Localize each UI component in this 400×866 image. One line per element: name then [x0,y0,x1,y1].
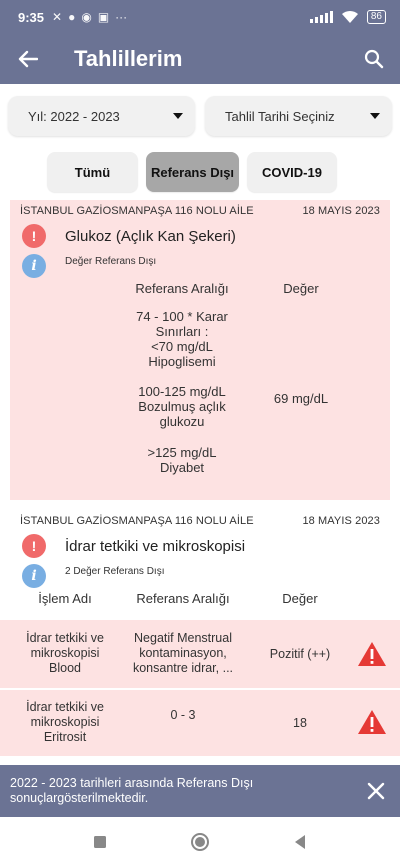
info-icon[interactable]: i [22,254,46,278]
table-row[interactable]: İdrar tetkiki ve mikroskopisi Eritrosit … [0,690,400,756]
result-date: 18 MAYIS 2023 [302,205,380,217]
circle-icon [191,832,209,851]
back-button[interactable] [0,34,56,84]
search-icon [364,49,384,69]
caret-down-icon [173,113,183,119]
signal-icon [309,11,333,23]
date-dropdown-value: Tahlil Tarihi Seçiniz [225,108,335,124]
system-nav-bar [0,817,400,866]
result-card-urine[interactable]: İSTANBUL GAZİOSMANPAŞA 116 NOLU AİLE 18 … [0,510,400,620]
result-card-glucose[interactable]: İSTANBUL GAZİOSMANPAŞA 116 NOLU AİLE 18 … [10,200,390,500]
date-dropdown[interactable]: Tahlil Tarihi Seçiniz [205,96,392,136]
institution-name: İSTANBUL GAZİOSMANPAŞA 116 NOLU AİLE [20,205,254,217]
snackbar: 2022 - 2023 tarihleri arasında Referans … [0,765,400,817]
column-header-value: Değer [282,591,318,606]
close-icon[interactable] [364,779,388,803]
arrow-left-icon [18,50,38,68]
column-header-reference: Referans Aralığı [135,281,229,296]
row-value: 18 [293,716,307,730]
tab-out-of-range[interactable]: Referans Dışı [146,152,239,192]
out-of-range-note: 2 Değer Referans Dışı [65,566,165,577]
message-icon: ● [68,10,76,24]
institution-name: İSTANBUL GAZİOSMANPAŞA 116 NOLU AİLE [20,515,254,527]
result-header: İSTANBUL GAZİOSMANPAŞA 116 NOLU AİLE 18 … [20,205,380,217]
row-test-name: İdrar tetkiki ve mikroskopisi Blood [26,631,104,675]
whatsapp-icon: ◉ [81,10,92,24]
caret-down-icon [370,113,380,119]
gallery-icon: ▣ [97,10,110,24]
out-of-range-note: Değer Referans Dışı [65,256,157,267]
result-value: 69 mg/dL [273,391,329,406]
year-dropdown-value: Yıl: 2022 - 2023 [28,108,120,124]
test-name: Glukoz (Açlık Kan Şekeri) [65,228,236,245]
reference-range-normal: 74 - 100 * Karar Sınırları : <70 mg/dL H… [136,309,228,369]
app-bar: Tahlillerim [0,34,400,84]
year-dropdown[interactable]: Yıl: 2022 - 2023 [8,96,195,136]
more-notifications-icon: ··· [115,10,128,24]
warning-triangle-icon [358,710,386,734]
info-icon[interactable]: i [22,564,46,588]
home-button[interactable] [188,830,212,854]
wifi-icon [341,10,358,23]
column-header-reference: Referans Aralığı [136,591,230,606]
notification-icon: ✕ [52,10,63,24]
reference-range-diabetes: >125 mg/dL Diyabet [147,445,217,475]
recents-button[interactable] [88,830,112,854]
tab-group: Tümü Referans Dışı COVID-19 [47,152,337,192]
result-header: İSTANBUL GAZİOSMANPAŞA 116 NOLU AİLE 18 … [20,515,380,527]
row-reference: 0 - 3 [170,708,196,722]
back-nav-button[interactable] [288,830,312,854]
test-name: İdrar tetkiki ve mikroskopisi [65,538,246,555]
warning-icon: ! [22,224,46,248]
warning-triangle-icon [358,642,386,666]
tab-covid19[interactable]: COVID-19 [247,152,337,192]
result-date: 18 MAYIS 2023 [302,515,380,527]
row-reference: Negatif Menstrual kontaminasyon, konsant… [132,631,234,675]
status-bar: 9:35 ✕ ● ◉ ▣ ··· 86 [0,0,400,34]
page-title: Tahlillerim [74,46,183,71]
tab-all[interactable]: Tümü [47,152,138,192]
snackbar-message: 2022 - 2023 tarihleri arasında Referans … [10,776,254,805]
column-header-value: Değer [283,281,319,296]
filter-bar: Yıl: 2022 - 2023 Tahlil Tarihi Seçiniz [8,96,392,136]
square-icon [94,835,106,848]
table-row[interactable]: İdrar tetkiki ve mikroskopisi Blood Nega… [0,620,400,688]
search-button[interactable] [348,34,400,84]
row-test-name: İdrar tetkiki ve mikroskopisi Eritrosit [26,700,104,744]
triangle-back-icon [295,834,305,849]
status-time: 9:35 [18,9,45,25]
battery-icon: 86 [366,10,386,24]
warning-icon: ! [22,534,46,558]
row-value: Pozitif (++) [269,647,331,661]
reference-range-impaired: 100-125 mg/dL Bozulmuş açlık glukozu [138,384,226,429]
column-header-name: İşlem Adı [38,591,92,606]
